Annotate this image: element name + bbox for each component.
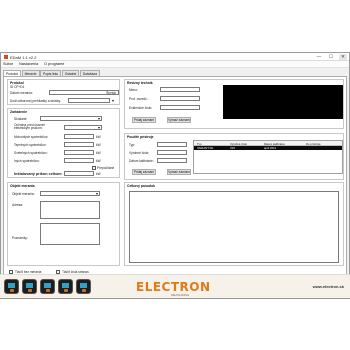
installed-power-input[interactable]: [64, 171, 94, 176]
typ-input[interactable]: [157, 142, 187, 147]
svetelne-unit: kW: [96, 151, 101, 155]
brand-tagline: MEASURING: [171, 293, 190, 297]
datum-label: Dátum merania:: [10, 91, 33, 95]
pristroj-add-button[interactable]: Pridaj záznam: [132, 169, 156, 175]
menu-item-subor[interactable]: Súbor: [3, 62, 13, 66]
celkovy-posudok-title: Celkový posudok: [127, 184, 156, 188]
objekt-select[interactable]: [40, 191, 100, 196]
brand-banner: ELECTRON MEASURING www.electron.sk: [0, 274, 350, 298]
column-do-pristroja[interactable]: Do prístroja: [306, 142, 320, 146]
vyrobne-cislo-input[interactable]: [157, 150, 187, 155]
motorove-unit: kW: [96, 135, 101, 139]
instrument-icon: [58, 279, 73, 294]
calendar-dropdown-icon[interactable]: ▾: [112, 98, 114, 103]
minimize-button[interactable]: —: [315, 54, 323, 60]
instrument-icon: [22, 279, 37, 294]
app-logo-icon: [4, 55, 8, 59]
motorove-input[interactable]: [64, 134, 94, 139]
celkovy-posudok-textarea[interactable]: [129, 191, 339, 263]
adresa-label: Adresa:: [12, 203, 23, 207]
dalsia-prehliadka-label: Dodi odborovej prehliadky a skúšky:: [10, 99, 62, 103]
ochrana-label: Ochrana pred úrazom elektrickým prúdom:: [14, 123, 46, 131]
brand-logo: ELECTRON: [136, 280, 211, 294]
ochrana-dropdown-icon[interactable]: ▾: [98, 125, 100, 130]
datum-day: Štvrtok: [106, 91, 116, 95]
close-button[interactable]: ✕: [339, 54, 347, 60]
dalsia-prehliadka-input[interactable]: [68, 98, 110, 103]
adresa-textarea[interactable]: [40, 201, 100, 219]
tlacit-bez-merania-checkbox[interactable]: [9, 270, 13, 274]
title-bar: EDaM 1.1 v2.2 — ☐ ✕: [1, 53, 349, 61]
column-vyrobne-cislo[interactable]: Výrobné číslo: [230, 142, 247, 146]
menu-item-o-programe[interactable]: O programe: [44, 62, 64, 66]
pristroje-table: Typ Výrobné číslo Dátum kalibrácie Do pr…: [193, 140, 343, 174]
cell-datum-kalibracie: april 2011: [264, 146, 277, 151]
ine-label: Iných spotrebičov:: [14, 159, 40, 163]
pristroj-delete-button[interactable]: Vymaž záznam: [167, 169, 191, 175]
zariadenie-group: Zariadenie Skúšané: ▾ Ochrana pred úrazo…: [7, 108, 120, 178]
motorove-label: Mohovitých spotrebičov:: [14, 135, 49, 139]
tepelne-input[interactable]: [64, 142, 94, 147]
osvedcenie-input[interactable]: [160, 96, 200, 101]
objekt-merania-group: Objekt merania Objekt merania: ▾ Adresa:…: [7, 182, 120, 266]
maximize-button[interactable]: ☐: [327, 54, 335, 60]
skusane-label: Skúšané:: [14, 117, 28, 121]
ine-input[interactable]: [64, 158, 94, 163]
tepelne-unit: kW: [96, 143, 101, 147]
tlacit-cisla-checkbox[interactable]: [56, 270, 60, 274]
revizny-technik-title: Revízny technik: [127, 81, 153, 85]
meno-label: Meno:: [129, 88, 138, 92]
meno-input[interactable]: [160, 87, 200, 92]
datum-input[interactable]: Štvrtok: [49, 90, 119, 95]
protokol-number: ID CP+D1: [10, 85, 25, 89]
objekt-dropdown-icon[interactable]: ▾: [96, 191, 98, 196]
application-window: EDaM 1.1 v2.2 — ☐ ✕ Súbor Nastavenia O p…: [0, 52, 350, 299]
evidencne-input[interactable]: [160, 105, 200, 110]
skusane-dropdown-icon[interactable]: ▾: [98, 116, 100, 121]
datum-kalibracie-input[interactable]: [157, 158, 187, 163]
osvedcenie-label: Prof. osvedč.:: [129, 97, 149, 101]
datum-kalibracie-label: Dátum kalibrácie:: [129, 159, 154, 163]
ine-unit: kW: [96, 159, 101, 163]
website-link[interactable]: www.electron.sk: [313, 284, 344, 289]
column-datum-kalibracie[interactable]: Dátum kalibrácie: [264, 142, 285, 146]
column-typ[interactable]: Typ: [197, 142, 202, 146]
skusane-select[interactable]: [40, 116, 102, 121]
technik-list-preview[interactable]: [223, 85, 343, 119]
prepocitane-label: Prepočítané: [97, 166, 115, 170]
objekt-label: Objekt merania:: [12, 192, 35, 196]
window-controls: — ☐ ✕: [315, 54, 347, 60]
celkovy-posudok-group: Celkový posudok: [124, 182, 344, 266]
technik-delete-button[interactable]: Vymaž záznam: [167, 117, 191, 123]
objekt-merania-title: Objekt merania: [10, 184, 35, 188]
ochrana-select[interactable]: [64, 125, 102, 130]
cell-typ: VARIANT ML: [197, 146, 214, 151]
cell-vyrobne-cislo: X15: [230, 146, 235, 151]
menu-item-nastavenia[interactable]: Nastavenia: [19, 62, 38, 66]
evidencne-label: Evidenčné číslo:: [129, 106, 153, 110]
instrument-icon: [40, 279, 55, 294]
installed-power-label: Inštalovaný príkon celkom: [14, 172, 62, 176]
protokol-group: Protokol ID CP+D1 Dátum merania: Štvrtok…: [7, 79, 120, 105]
menu-bar: Súbor Nastavenia O programe: [1, 61, 349, 68]
pouzite-pristroje-group: Použité prístroje Typ: Výrobné číslo: Dá…: [124, 133, 344, 180]
table-row[interactable]: VARIANT ML X15 april 2011: [194, 146, 342, 150]
instrument-icon: [76, 279, 91, 294]
poznamky-textarea[interactable]: [40, 223, 100, 245]
technik-add-button[interactable]: Pridaj záznam: [132, 117, 156, 123]
svetelne-input[interactable]: [64, 150, 94, 155]
poznamky-label: Poznámky:: [12, 236, 28, 240]
vyrobne-cislo-label: Výrobné číslo:: [129, 151, 150, 155]
typ-label: Typ:: [129, 143, 136, 147]
prepocitane-checkbox[interactable]: [92, 166, 96, 170]
revizny-technik-group: Revízny technik Meno: Prof. osvedč.: Evi…: [124, 79, 344, 129]
instrument-icon: [4, 279, 19, 294]
installed-power-unit: kW: [96, 172, 101, 176]
svetelne-label: Svetelných spotrebičov:: [14, 151, 48, 155]
tepelne-label: Tepelných spotrebičov:: [14, 143, 47, 147]
tab-content-protokol: Protokol ID CP+D1 Dátum merania: Štvrtok…: [3, 76, 347, 286]
pouzite-pristroje-title: Použité prístroje: [127, 135, 154, 139]
window-title: EDaM 1.1 v2.2: [10, 54, 37, 60]
zariadenie-title: Zariadenie: [10, 110, 27, 114]
